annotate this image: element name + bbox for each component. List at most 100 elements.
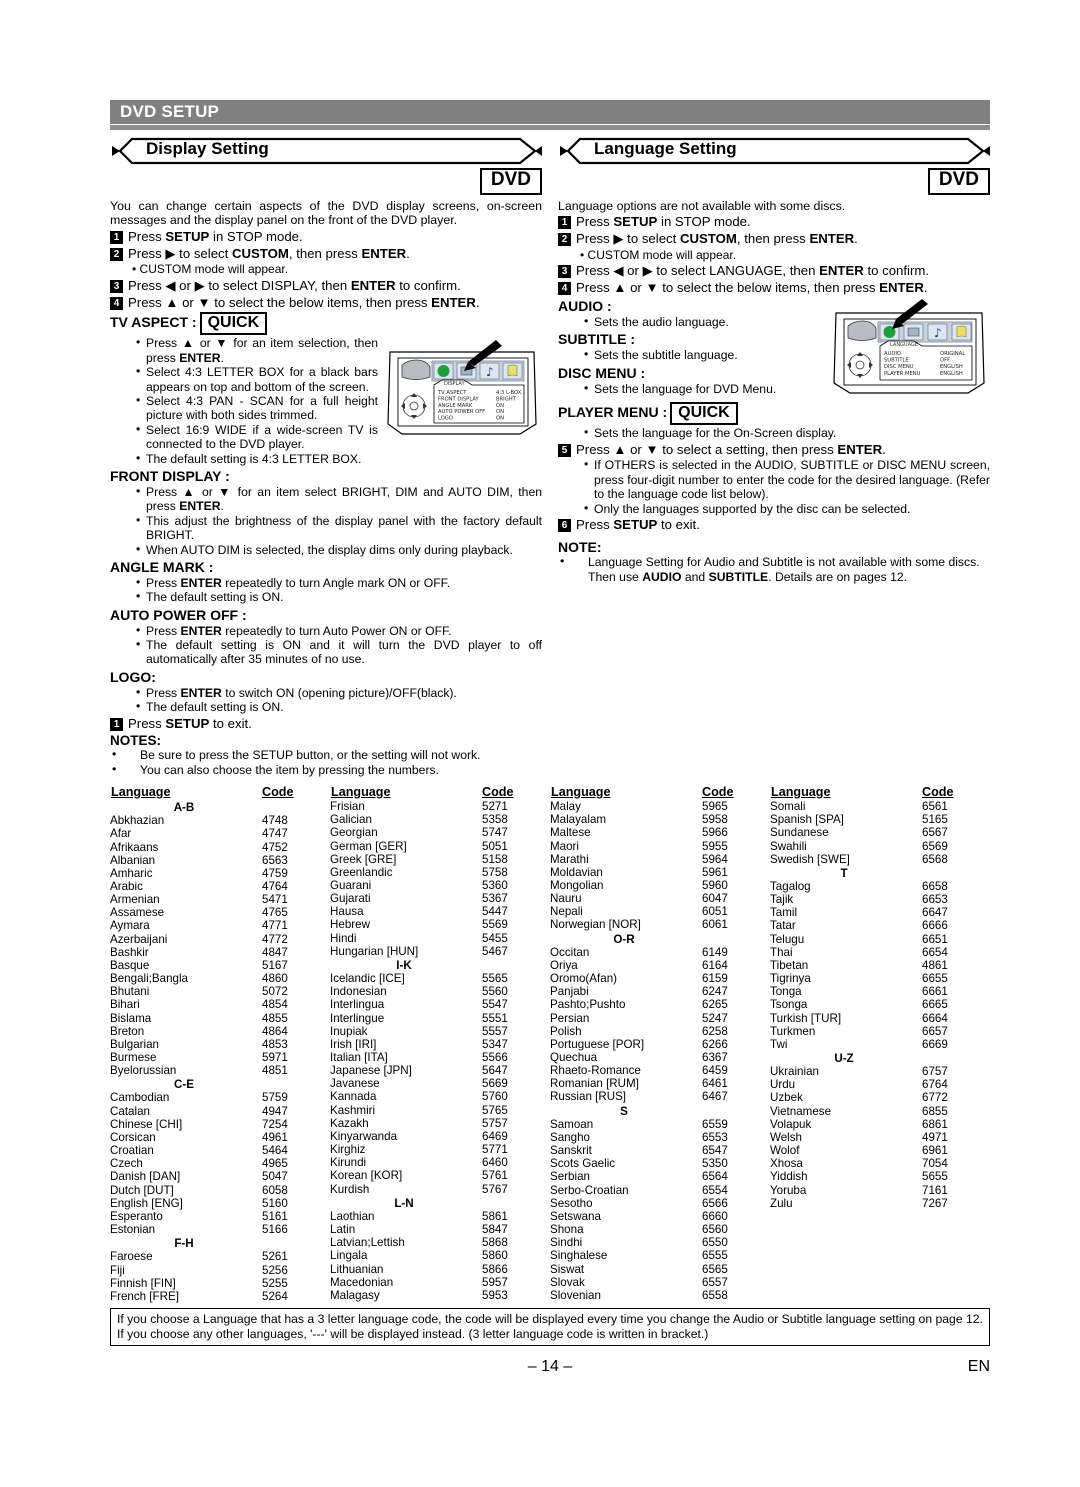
column-header-code: Code bbox=[922, 784, 954, 799]
page-title: DVD SETUP bbox=[120, 102, 220, 121]
language-name: Oriya bbox=[550, 958, 578, 972]
page-footer: – 14 – EN bbox=[110, 1358, 990, 1380]
language-code: 6961 bbox=[922, 1144, 948, 1158]
table-row: Latin 5847 bbox=[330, 1223, 544, 1236]
language-code: 5747 bbox=[482, 826, 508, 840]
step-number: 5 bbox=[558, 443, 571, 457]
language-name: Korean [KOR] bbox=[330, 1169, 403, 1183]
language-name: Latin bbox=[330, 1223, 356, 1237]
language-name: Byelorussian bbox=[110, 1064, 177, 1078]
language-name: Xhosa bbox=[770, 1157, 803, 1171]
table-row: Kirundi 6460 bbox=[330, 1156, 544, 1169]
language-code: 5547 bbox=[482, 998, 508, 1012]
table-row: Moldavian 5961 bbox=[550, 866, 764, 879]
language-table-column: Language Code Malay 5965 Malayalam 5958 Maltes… bbox=[550, 784, 764, 1303]
language-code: 6547 bbox=[702, 1144, 728, 1158]
language-code: 5767 bbox=[482, 1182, 508, 1196]
language-code: 5367 bbox=[482, 892, 508, 906]
table-row: Oriya 6164 bbox=[550, 959, 764, 972]
language-code: 5347 bbox=[482, 1037, 508, 1051]
footer-note-box: If you choose a Language that has a 3 le… bbox=[110, 1307, 990, 1347]
language-code: 5765 bbox=[482, 1103, 508, 1117]
language-code: 6258 bbox=[702, 1024, 728, 1038]
language-name: Lithuanian bbox=[330, 1262, 384, 1276]
language-code: 6653 bbox=[922, 893, 948, 907]
language-code: 4747 bbox=[262, 827, 288, 841]
table-row: Interlingue 5551 bbox=[330, 1012, 544, 1025]
language-code: 4772 bbox=[262, 932, 288, 946]
language-name: Corsican bbox=[110, 1130, 156, 1144]
language-name: Hausa bbox=[330, 905, 364, 919]
table-row: Portuguese [POR] 6266 bbox=[550, 1038, 764, 1051]
list-item: Only the languages supported by the disc… bbox=[584, 501, 990, 516]
language-name: Lingala bbox=[330, 1249, 368, 1263]
language-code: 5471 bbox=[262, 893, 288, 907]
table-row: Corsican 4961 bbox=[110, 1131, 324, 1144]
table-row: English [ENG] 5160 bbox=[110, 1197, 324, 1210]
list-item: Sets the language for DVD Menu. bbox=[584, 381, 990, 396]
language-step-5: 5 Press ▲ or ▼ to select a setting, then… bbox=[558, 442, 990, 458]
table-row: Panjabi 6247 bbox=[550, 985, 764, 998]
group-letter: T bbox=[840, 866, 848, 880]
language-code: 6661 bbox=[922, 985, 948, 999]
table-row: Maori 5955 bbox=[550, 840, 764, 853]
language-code: 6560 bbox=[702, 1223, 728, 1237]
table-row: Albanian 6563 bbox=[110, 854, 324, 867]
region-code: EN bbox=[967, 1358, 990, 1376]
language-code: 7267 bbox=[922, 1196, 948, 1210]
list-item: The default setting is 4:3 LETTER BOX. bbox=[136, 451, 542, 466]
language-name: Estonian bbox=[110, 1223, 156, 1237]
dvd-badge: DVD bbox=[927, 168, 990, 195]
language-name: Vietnamese bbox=[770, 1104, 832, 1118]
language-code: 6563 bbox=[262, 853, 288, 867]
table-group-row: C-E bbox=[110, 1077, 324, 1091]
language-name: Slovenian bbox=[550, 1288, 601, 1302]
table-row: Basque 5167 bbox=[110, 959, 324, 972]
language-code: 5961 bbox=[702, 865, 728, 879]
table-row: Burmese 5971 bbox=[110, 1051, 324, 1064]
table-row: Hausa 5447 bbox=[330, 905, 544, 918]
table-row: Malayalam 5958 bbox=[550, 813, 764, 826]
language-name: Chinese [CHI] bbox=[110, 1117, 183, 1131]
display-notes-label: NOTES: bbox=[110, 733, 162, 749]
step: 4 Press ▲ or ▼ to select the below items,… bbox=[110, 295, 542, 311]
step-number: 2 bbox=[110, 247, 123, 261]
table-row: Irish [IRI] 5347 bbox=[330, 1038, 544, 1051]
table-row: Somali 6561 bbox=[770, 800, 984, 813]
language-name: Swahili bbox=[770, 839, 807, 853]
table-row: Swahili 6569 bbox=[770, 840, 984, 853]
language-name: Tsonga bbox=[770, 998, 808, 1012]
language-name: Bhutani bbox=[110, 985, 150, 999]
language-name: Georgian bbox=[330, 826, 378, 840]
table-row: Tonga 6661 bbox=[770, 985, 984, 998]
logo-heading: LOGO: bbox=[110, 668, 156, 685]
table-row: Scots Gaelic 5350 bbox=[550, 1157, 764, 1170]
table-row: Serbo-Croatian 6554 bbox=[550, 1184, 764, 1197]
language-name: Mongolian bbox=[550, 878, 604, 892]
language-name: Samoan bbox=[550, 1117, 594, 1131]
table-row: Javanese 5669 bbox=[330, 1077, 544, 1090]
table-row: Persian 5247 bbox=[550, 1012, 764, 1025]
language-code: 6764 bbox=[922, 1078, 948, 1092]
language-name: Gujarati bbox=[330, 892, 371, 906]
language-code: 5761 bbox=[482, 1169, 508, 1183]
table-row: Bihari 4854 bbox=[110, 998, 324, 1011]
table-row: Lingala 5860 bbox=[330, 1249, 544, 1262]
language-code: 5861 bbox=[482, 1209, 508, 1223]
language-name: Sangho bbox=[550, 1130, 590, 1144]
step: 3 Press ◀ or ▶ to select LANGUAGE, then E… bbox=[558, 263, 990, 279]
display-setting-title: Display Setting bbox=[146, 139, 269, 158]
language-code: 6164 bbox=[702, 958, 728, 972]
step-number: 2 bbox=[558, 233, 571, 247]
language-code: 5551 bbox=[482, 1011, 508, 1025]
table-row: Welsh 4971 bbox=[770, 1131, 984, 1144]
language-name: Bihari bbox=[110, 998, 140, 1012]
table-row: Icelandic [ICE] 5565 bbox=[330, 972, 544, 985]
language-name: Somali bbox=[770, 800, 806, 814]
language-code: 6047 bbox=[702, 892, 728, 906]
language-name: Panjabi bbox=[550, 985, 589, 999]
language-code: 6654 bbox=[922, 945, 948, 959]
audio-bullets: Sets the audio language. bbox=[584, 314, 990, 329]
group-letter: F-H bbox=[174, 1237, 194, 1251]
osd-row-value: ENGLISH bbox=[940, 371, 963, 377]
